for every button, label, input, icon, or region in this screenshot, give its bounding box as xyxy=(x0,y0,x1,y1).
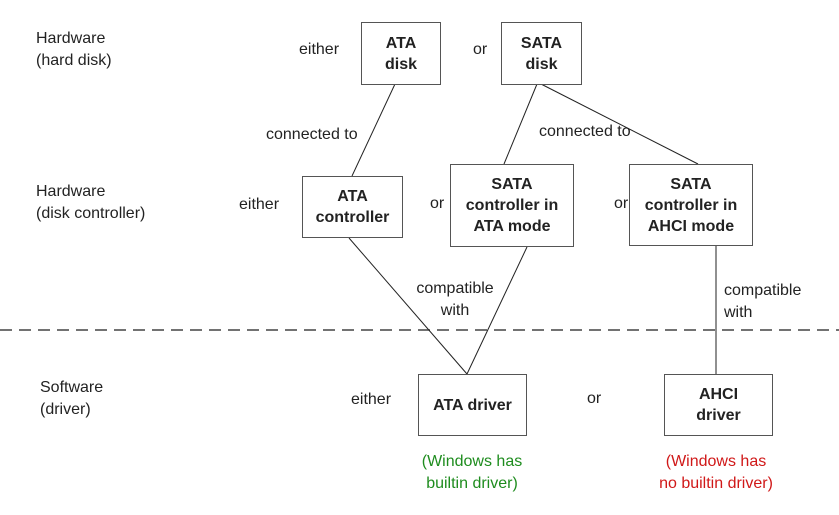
level-title: Hardware xyxy=(36,30,106,47)
level-subtitle: (disk controller) xyxy=(36,205,146,222)
box-sata-controller-ata-mode: SATA controller in ATA mode xyxy=(450,164,574,247)
label-line: compatible xyxy=(416,280,494,297)
label-or: or xyxy=(473,41,488,58)
level-subtitle: (hard disk) xyxy=(36,52,112,69)
label-connected-to: connected to xyxy=(539,123,631,140)
note-line: (Windows has xyxy=(665,453,767,470)
level-label-controller: Hardware (disk controller) xyxy=(36,181,145,225)
note-ata-builtin: (Windows has builtin driver) xyxy=(392,451,552,495)
label-compatible-with: compatible with xyxy=(405,278,505,322)
level-title: Hardware xyxy=(36,183,106,200)
note-ahci-no-builtin: (Windows has no builtin driver) xyxy=(626,451,806,495)
label-either: either xyxy=(239,196,280,213)
note-line: builtin driver) xyxy=(426,475,518,492)
box-ata-driver: ATA driver xyxy=(418,374,527,436)
edge-sata-disk-to-sata-ata-mode xyxy=(503,83,538,165)
diagram: Hardware (hard disk) Hardware (disk cont… xyxy=(0,0,839,515)
label-or: or xyxy=(614,195,629,212)
edge-ata-disk-to-ata-controller xyxy=(351,83,396,177)
box-ahci-driver: AHCI driver xyxy=(664,374,773,436)
label-line: with xyxy=(724,304,753,321)
label-line: compatible xyxy=(724,282,802,299)
label-or: or xyxy=(587,390,602,407)
level-label-driver: Software (driver) xyxy=(40,377,103,421)
box-ata-disk: ATA disk xyxy=(361,22,441,85)
box-sata-controller-ahci-mode: SATA controller in AHCI mode xyxy=(629,164,753,246)
box-sata-disk: SATA disk xyxy=(501,22,582,85)
level-subtitle: (driver) xyxy=(40,401,91,418)
label-compatible-with: compatible with xyxy=(724,280,801,324)
box-ata-controller: ATA controller xyxy=(302,176,403,238)
note-line: (Windows has xyxy=(421,453,523,470)
label-or: or xyxy=(430,195,445,212)
label-either: either xyxy=(351,391,392,408)
note-line: no builtin driver) xyxy=(659,475,773,492)
level-label-disk: Hardware (hard disk) xyxy=(36,28,112,72)
label-connected-to: connected to xyxy=(266,126,358,143)
label-either: either xyxy=(299,41,340,58)
level-title: Software xyxy=(40,379,104,396)
label-line: with xyxy=(440,302,470,319)
